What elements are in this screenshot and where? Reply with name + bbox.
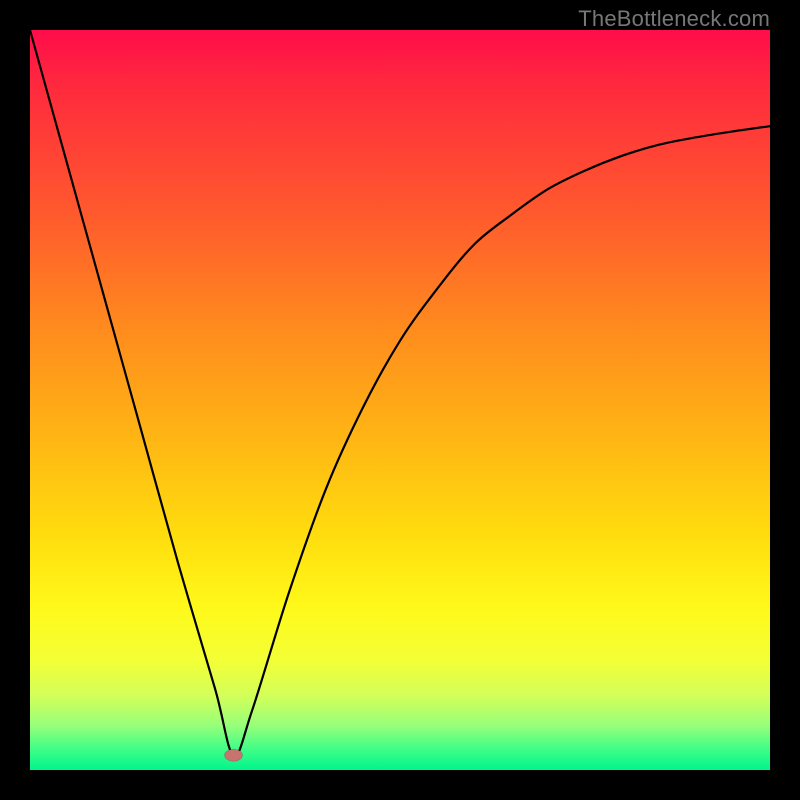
curve-svg [30,30,770,770]
bottleneck-curve [30,30,770,756]
min-marker [225,749,243,761]
watermark-text: TheBottleneck.com [578,6,770,32]
plot-area [30,30,770,770]
chart-frame: TheBottleneck.com [0,0,800,800]
